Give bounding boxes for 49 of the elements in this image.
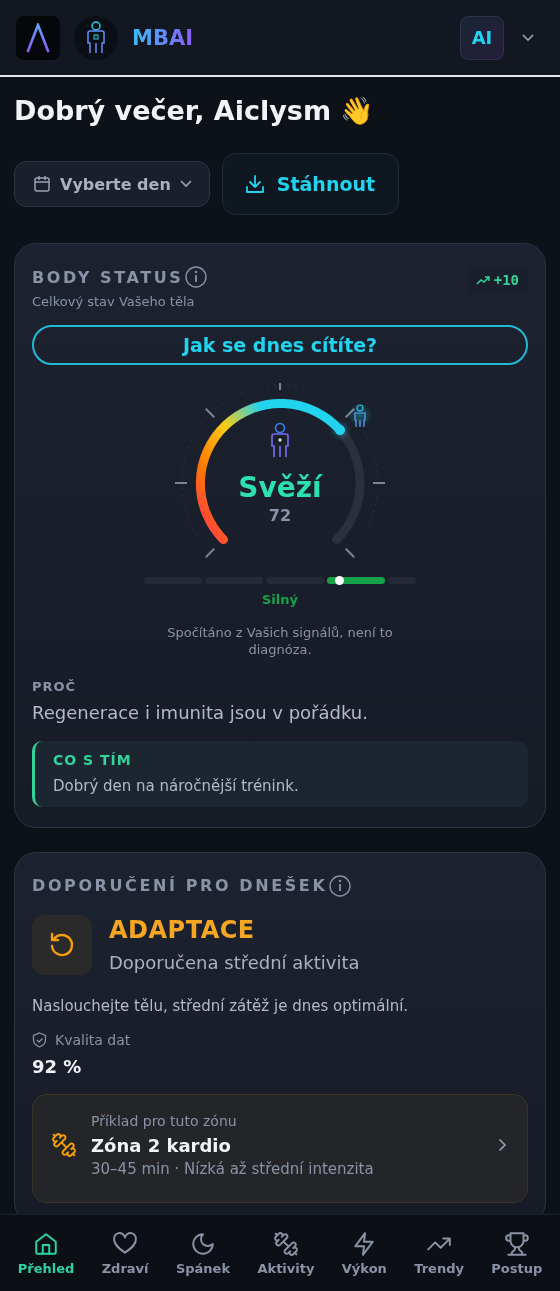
nav-tab[interactable]: Spánek: [173, 1230, 233, 1276]
example-caption: Příklad pro tuto zónu: [91, 1112, 238, 1129]
nav-tab[interactable]: Trendy: [412, 1230, 466, 1276]
nav-tab[interactable]: Aktivity: [255, 1230, 317, 1276]
zone-subtitle: Doporučena střední aktivita: [109, 952, 360, 974]
nav-tab[interactable]: Zdraví: [99, 1230, 151, 1276]
trend-badge: +10: [466, 266, 528, 294]
info-icon[interactable]: [329, 874, 352, 897]
chevron-down-icon[interactable]: [522, 33, 534, 42]
data-quality-label: Kvalita dat: [55, 1031, 131, 1048]
nav-tab[interactable]: Výkon: [339, 1230, 389, 1276]
reason-text: Regenerace i imunita jsou v pořádku.: [32, 701, 369, 723]
section-label: PROČ: [32, 678, 78, 694]
day-picker[interactable]: Vyberte den: [14, 161, 210, 207]
card-title: BODY STATUS: [32, 267, 184, 287]
card-title: DOPORUČENÍ PRO DNEŠEK: [32, 876, 328, 896]
body-figure-icon: [74, 15, 118, 60]
app-logo-icon[interactable]: [16, 15, 60, 60]
strength-label: Silný: [262, 592, 298, 607]
dumbbell-icon: [272, 1230, 299, 1257]
home-icon: [33, 1230, 59, 1257]
info-icon[interactable]: [185, 266, 208, 288]
chevron-right-icon: [498, 1138, 507, 1153]
example-card[interactable]: Příklad pro tuto zónu Zóna 2 kardio 30–45 min · Nízká až střední intenzita: [32, 1093, 528, 1203]
nav-tab[interactable]: Postup: [489, 1230, 545, 1276]
restart-icon: [32, 914, 92, 975]
card-subtitle: Celkový stav Vašeho těla: [32, 294, 196, 309]
nav-tab[interactable]: Přehled: [15, 1230, 77, 1276]
disclaimer-text: Spočítáno z Vašich signálů, není to diagnóza.: [166, 625, 394, 659]
status-score: 72: [268, 505, 292, 525]
advice-title: CO S TÍM: [53, 751, 133, 768]
shield-icon: [32, 1031, 47, 1048]
data-quality-value: 92 %: [32, 1055, 83, 1077]
example-details: 30–45 min · Nízká až střední intenzita: [91, 1159, 375, 1178]
dumbbell-icon: [51, 1132, 77, 1159]
calendar-icon: [33, 175, 51, 193]
chevron-down-icon: [179, 180, 192, 188]
greeting-heading: Dobrý večer, Aiclysm 👋: [14, 95, 376, 127]
avatar-button[interactable]: AI: [460, 15, 504, 60]
moon-icon: [189, 1230, 216, 1257]
feeling-button[interactable]: Jak se dnes cítíte?: [32, 325, 528, 365]
example-title: Zóna 2 kardio: [91, 1134, 232, 1156]
status-label: Svěží: [238, 473, 322, 504]
advice-text: Dobrý den na náročnější trénink.: [53, 776, 300, 795]
download-icon: [244, 174, 265, 194]
advice-text: Naslouchejte tělu, střední zátěž je dnes optimální.: [32, 996, 410, 1015]
zone-title: ADAPTACE: [109, 916, 256, 945]
download-button[interactable]: Stáhnout: [221, 153, 400, 215]
trophy-icon: [503, 1230, 530, 1257]
